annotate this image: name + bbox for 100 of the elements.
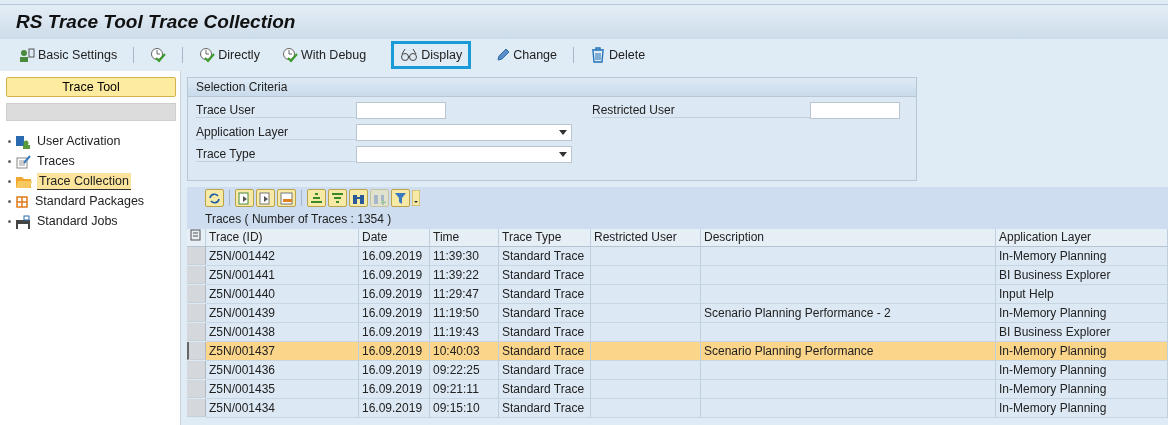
sort-ascending-icon bbox=[310, 191, 323, 205]
dropdown-field[interactable] bbox=[356, 124, 572, 141]
table-cell: Z5N/001436 bbox=[206, 361, 359, 380]
table-cell: 16.09.2019 bbox=[359, 266, 430, 285]
table-cell: 11:39:30 bbox=[430, 247, 499, 266]
column-header[interactable]: Trace Type bbox=[499, 229, 591, 247]
toolbar-button[interactable]: Basic Settings bbox=[10, 41, 127, 69]
column-settings-icon[interactable] bbox=[187, 229, 206, 247]
column-header[interactable]: Application Layer bbox=[996, 229, 1168, 247]
folder-icon bbox=[15, 174, 33, 189]
table-cell: Standard Trace bbox=[499, 361, 591, 380]
table-cell: In-Memory Planning bbox=[996, 247, 1168, 266]
alv-toolbar-button[interactable] bbox=[235, 189, 254, 207]
toolbar-button[interactable]: Change bbox=[487, 41, 566, 69]
table-cell: Standard Trace bbox=[499, 342, 591, 361]
trace-tool-button[interactable]: Trace Tool bbox=[6, 77, 176, 97]
list-icon bbox=[238, 191, 251, 205]
table-cell: 16.09.2019 bbox=[359, 380, 430, 399]
clock-check-icon bbox=[150, 47, 167, 63]
alv-toolbar-button[interactable] bbox=[256, 189, 275, 207]
table-cell: Z5N/001438 bbox=[206, 323, 359, 342]
table-cell: 16.09.2019 bbox=[359, 323, 430, 342]
bullet-icon bbox=[8, 220, 11, 223]
sidebar-item[interactable]: User Activation bbox=[35, 133, 123, 150]
column-header[interactable]: Restricted User bbox=[591, 229, 701, 247]
alv-toolbar-button[interactable] bbox=[307, 189, 326, 207]
toolbar-button[interactable]: Display bbox=[391, 41, 472, 69]
input-field[interactable] bbox=[810, 102, 900, 119]
sidebar-item[interactable]: Trace Collection bbox=[37, 173, 131, 190]
document-edit-icon bbox=[15, 154, 31, 169]
bullet-icon bbox=[8, 180, 11, 183]
clock-check-icon bbox=[281, 47, 298, 63]
table-cell: Standard Trace bbox=[499, 323, 591, 342]
list-icon bbox=[259, 191, 272, 205]
field-label: Application Layer bbox=[196, 125, 356, 140]
table-cell: 16.09.2019 bbox=[359, 247, 430, 266]
table-cell: Z5N/001434 bbox=[206, 399, 359, 418]
table-cell: Z5N/001437 bbox=[206, 342, 359, 361]
table-cell: 09:22:25 bbox=[430, 361, 499, 380]
column-header[interactable]: Time bbox=[430, 229, 499, 247]
filter-icon bbox=[394, 191, 407, 205]
trash-icon bbox=[590, 47, 606, 63]
table-cell: 09:15:10 bbox=[430, 399, 499, 418]
refresh-icon bbox=[208, 191, 221, 205]
pencil-icon bbox=[496, 48, 511, 62]
table-cell: 11:29:47 bbox=[430, 285, 499, 304]
sidebar-item[interactable]: Standard Jobs bbox=[35, 213, 120, 230]
table-cell: In-Memory Planning bbox=[996, 304, 1168, 323]
layout-icon bbox=[280, 191, 293, 205]
table-cell: Standard Trace bbox=[499, 247, 591, 266]
table-cell: Standard Trace bbox=[499, 304, 591, 323]
table-cell: Input Help bbox=[996, 285, 1168, 304]
column-header[interactable]: Date bbox=[359, 229, 430, 247]
table-cell: 11:19:50 bbox=[430, 304, 499, 323]
table-cell: In-Memory Planning bbox=[996, 361, 1168, 380]
dropdown-field[interactable] bbox=[356, 146, 572, 163]
table-cell: 09:21:11 bbox=[430, 380, 499, 399]
table-cell: Standard Trace bbox=[499, 285, 591, 304]
field-label: Trace User bbox=[196, 103, 356, 118]
toolbar-button[interactable]: With Debug bbox=[272, 41, 376, 69]
toolbar-button[interactable]: Directly bbox=[190, 41, 269, 69]
alv-toolbar-button[interactable] bbox=[277, 189, 296, 207]
table-cell: 16.09.2019 bbox=[359, 342, 430, 361]
table-cell: 11:19:43 bbox=[430, 323, 499, 342]
sidebar-item[interactable]: Traces bbox=[35, 153, 77, 170]
user-screen-icon bbox=[15, 134, 31, 149]
table-cell: 16.09.2019 bbox=[359, 361, 430, 380]
table-cell: 16.09.2019 bbox=[359, 285, 430, 304]
table-cell: Z5N/001441 bbox=[206, 266, 359, 285]
table-cell: Z5N/001435 bbox=[206, 380, 359, 399]
table-cell: 10:40:03 bbox=[430, 342, 499, 361]
alv-toolbar-button[interactable] bbox=[328, 189, 347, 207]
input-field[interactable] bbox=[356, 102, 446, 119]
dropdown-caret-icon[interactable] bbox=[412, 190, 420, 206]
column-header[interactable]: Description bbox=[701, 229, 996, 247]
window-title: RS Trace Tool Trace Collection bbox=[16, 11, 296, 33]
bullet-icon bbox=[8, 140, 11, 143]
table-cell: In-Memory Planning bbox=[996, 399, 1168, 418]
table-cell: Scenario Planning Performance bbox=[701, 342, 996, 361]
table-cell: 11:39:22 bbox=[430, 266, 499, 285]
table-cell: In-Memory Planning bbox=[996, 380, 1168, 399]
row-selector[interactable] bbox=[187, 342, 206, 360]
alv-toolbar-button[interactable] bbox=[349, 189, 368, 207]
glasses-icon bbox=[400, 48, 419, 62]
alv-toolbar-button[interactable] bbox=[205, 189, 224, 207]
field-label: Restricted User bbox=[592, 103, 810, 118]
toolbar-button[interactable]: Delete bbox=[581, 41, 655, 69]
table-cell: Z5N/001439 bbox=[206, 304, 359, 323]
field-label: Trace Type bbox=[196, 147, 356, 162]
table-title: Traces ( Number of Traces : 1354 ) bbox=[187, 209, 1168, 229]
table-cell: Scenario Planning Performance - 2 bbox=[701, 304, 996, 323]
grid-icon bbox=[15, 194, 29, 209]
table-cell: 16.09.2019 bbox=[359, 304, 430, 323]
table-cell: Z5N/001440 bbox=[206, 285, 359, 304]
column-header[interactable]: Trace (ID) bbox=[206, 229, 359, 247]
building-icon bbox=[15, 214, 31, 229]
bullet-icon bbox=[8, 160, 11, 163]
alv-toolbar-button[interactable] bbox=[391, 189, 410, 207]
sidebar-item[interactable]: Standard Packages bbox=[33, 193, 147, 210]
caret-icon bbox=[559, 152, 567, 157]
